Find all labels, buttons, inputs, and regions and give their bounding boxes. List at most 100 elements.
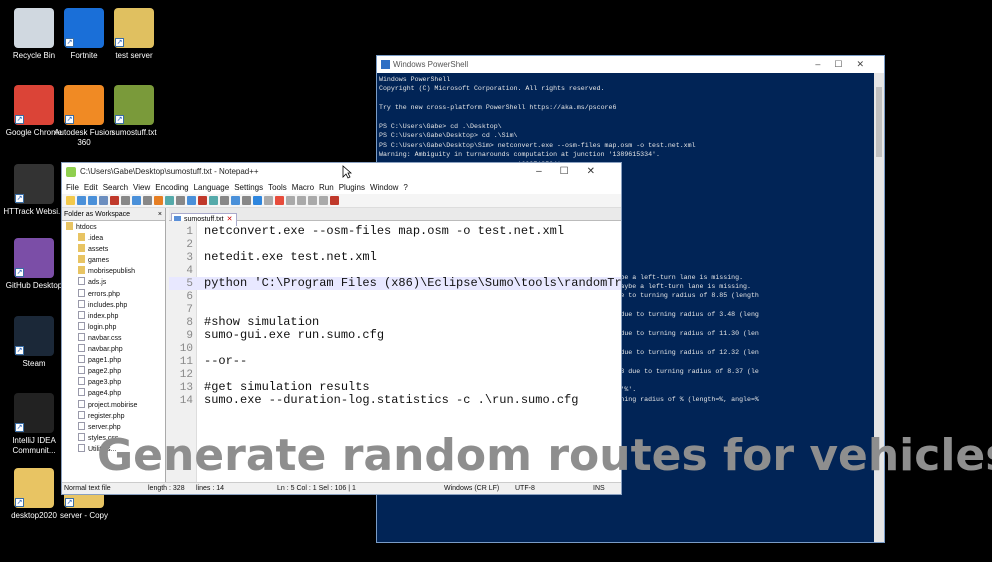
- tree-item[interactable]: errors.php: [62, 288, 165, 300]
- desktop-icon[interactable]: ↗ HTTrack Websi...: [3, 164, 65, 217]
- code-line[interactable]: 14 sumo.exe --duration-log.statistics -c …: [169, 393, 621, 408]
- status-lines: lines : 14: [196, 485, 225, 492]
- code-line[interactable]: 3 netedit.exe test.net.xml: [169, 251, 621, 265]
- tab-bar: sumostuff.txt ✕: [169, 208, 621, 226]
- powershell-titlebar[interactable]: Windows PowerShell –☐✕: [377, 56, 884, 73]
- toolbar-button-icon[interactable]: [110, 196, 119, 205]
- toolbar-button-icon[interactable]: [319, 196, 328, 205]
- tree-item[interactable]: navbar.php: [62, 344, 165, 355]
- toolbar-button-icon[interactable]: [121, 196, 130, 205]
- file-icon: [78, 277, 85, 286]
- tree-item[interactable]: .idea: [62, 233, 165, 244]
- desktop-icon[interactable]: ↗ Steam: [3, 316, 65, 369]
- tree-item-label: register.php: [88, 412, 125, 420]
- code-line[interactable]: 5 python 'C:\Program Files (x86)\Eclipse\…: [169, 277, 621, 290]
- tree-item[interactable]: page1.php: [62, 355, 165, 366]
- window-controls[interactable]: –☐✕: [536, 163, 613, 181]
- toolbar-button-icon[interactable]: [308, 196, 317, 205]
- toolbar-button-icon[interactable]: [154, 196, 163, 205]
- menu-item[interactable]: Window: [370, 183, 398, 192]
- menu-item[interactable]: Edit: [84, 183, 98, 192]
- menu-item[interactable]: Language: [194, 183, 230, 192]
- toolbar-button-icon[interactable]: [275, 196, 284, 205]
- status-eol: Windows (CR LF): [444, 485, 500, 492]
- desktop-icon[interactable]: ↗ GitHub Desktop: [3, 238, 65, 291]
- tree-item[interactable]: index.php: [62, 310, 165, 322]
- toolbar-button-icon[interactable]: [143, 196, 152, 205]
- tree-item[interactable]: page4.php: [62, 388, 165, 399]
- menu-item[interactable]: File: [66, 183, 79, 192]
- chrome-icon: ↗: [14, 85, 54, 125]
- menu-item[interactable]: Plugins: [339, 183, 365, 192]
- toolbar-button-icon[interactable]: [242, 196, 251, 205]
- folder-icon: [78, 244, 85, 253]
- toolbar-button-icon[interactable]: [176, 196, 185, 205]
- tree-item[interactable]: mobrisepublish: [62, 266, 165, 277]
- console-line: PS C:\Users\Gabe> cd .\Desktop\: [379, 123, 502, 130]
- code-text: sumo.exe --duration-log.statistics -c .\…: [204, 393, 579, 407]
- tree-item[interactable]: project.mobirise: [62, 399, 165, 411]
- code-text: sumo-gui.exe run.sumo.cfg: [204, 328, 385, 342]
- toolbar-button-icon[interactable]: [286, 196, 295, 205]
- tree-item[interactable]: page2.php: [62, 366, 165, 377]
- window-controls[interactable]: –☐✕: [815, 56, 878, 73]
- shortcut-arrow-icon: ↗: [115, 38, 124, 47]
- tree-item[interactable]: includes.php: [62, 299, 165, 311]
- toolbar-button-icon[interactable]: [220, 196, 229, 205]
- powershell-icon: [381, 60, 390, 69]
- toolbar-button-icon[interactable]: [88, 196, 97, 205]
- shortcut-arrow-icon: ↗: [15, 115, 24, 124]
- tree-item[interactable]: login.php: [62, 321, 165, 333]
- file-icon: [78, 443, 85, 452]
- tree-item[interactable]: navbar.css: [62, 332, 165, 344]
- tree-item-label: mobrisepublish: [88, 268, 136, 276]
- toolbar-button-icon[interactable]: [66, 196, 75, 205]
- code-line[interactable]: 1 netconvert.exe --osm-files map.osm -o t…: [169, 225, 621, 239]
- file-icon: [78, 332, 85, 341]
- toolbar-button-icon[interactable]: [209, 196, 218, 205]
- tree-item[interactable]: assets: [62, 244, 165, 255]
- desktop-icon-label: GitHub Desktop: [5, 281, 63, 290]
- shortcut-arrow-icon: ↗: [115, 115, 124, 124]
- toolbar-button-icon[interactable]: [77, 196, 86, 205]
- menu-item[interactable]: Run: [319, 183, 334, 192]
- tree-item[interactable]: games: [62, 255, 165, 266]
- menu-item[interactable]: Settings: [234, 183, 263, 192]
- scrollbar-thumb[interactable]: [876, 87, 882, 157]
- menu-item[interactable]: ?: [403, 183, 407, 192]
- tree-item[interactable]: page3.php: [62, 377, 165, 388]
- folder-icon: [78, 266, 85, 275]
- video-caption: Generate random routes for vehicles: [97, 430, 992, 481]
- code-line[interactable]: 11 --or--: [169, 355, 621, 369]
- code-line[interactable]: 6: [169, 290, 621, 303]
- code-text: python 'C:\Program Files (x86)\Eclipse\S…: [204, 276, 621, 290]
- toolbar-button-icon[interactable]: [198, 196, 207, 205]
- tree-item[interactable]: htdocs: [62, 222, 165, 233]
- toolbar-button-icon[interactable]: [132, 196, 141, 205]
- tree-item[interactable]: ads.js: [62, 277, 165, 288]
- tree-item[interactable]: register.php: [62, 410, 165, 422]
- toolbar-button-icon[interactable]: [264, 196, 273, 205]
- toolbar-button-icon[interactable]: [330, 196, 339, 205]
- toolbar-button-icon[interactable]: [253, 196, 262, 205]
- menu-item[interactable]: View: [133, 183, 150, 192]
- file-icon: [78, 310, 85, 319]
- toolbar-button-icon[interactable]: [187, 196, 196, 205]
- close-icon[interactable]: ×: [158, 208, 162, 221]
- toolbar-button-icon[interactable]: [165, 196, 174, 205]
- menu-item[interactable]: Tools: [268, 183, 287, 192]
- toolbar-button-icon[interactable]: [99, 196, 108, 205]
- code-line[interactable]: 9 sumo-gui.exe run.sumo.cfg: [169, 328, 621, 343]
- menu-item[interactable]: Macro: [292, 183, 314, 192]
- toolbar-button-icon[interactable]: [297, 196, 306, 205]
- desktop-icon[interactable]: ↗ test server: [103, 8, 165, 61]
- menu-item[interactable]: Encoding: [155, 183, 188, 192]
- file-icon: [78, 355, 85, 364]
- steam-icon: ↗: [14, 316, 54, 356]
- desktop-icon-label: HTTrack Websi...: [3, 207, 65, 216]
- toolbar-button-icon[interactable]: [231, 196, 240, 205]
- menu-item[interactable]: Search: [103, 183, 128, 192]
- desktop-icon[interactable]: ↗ IntelliJ IDEA Communit...: [3, 393, 65, 456]
- desktop-icon[interactable]: ↗ sumostuff.txt: [103, 85, 165, 138]
